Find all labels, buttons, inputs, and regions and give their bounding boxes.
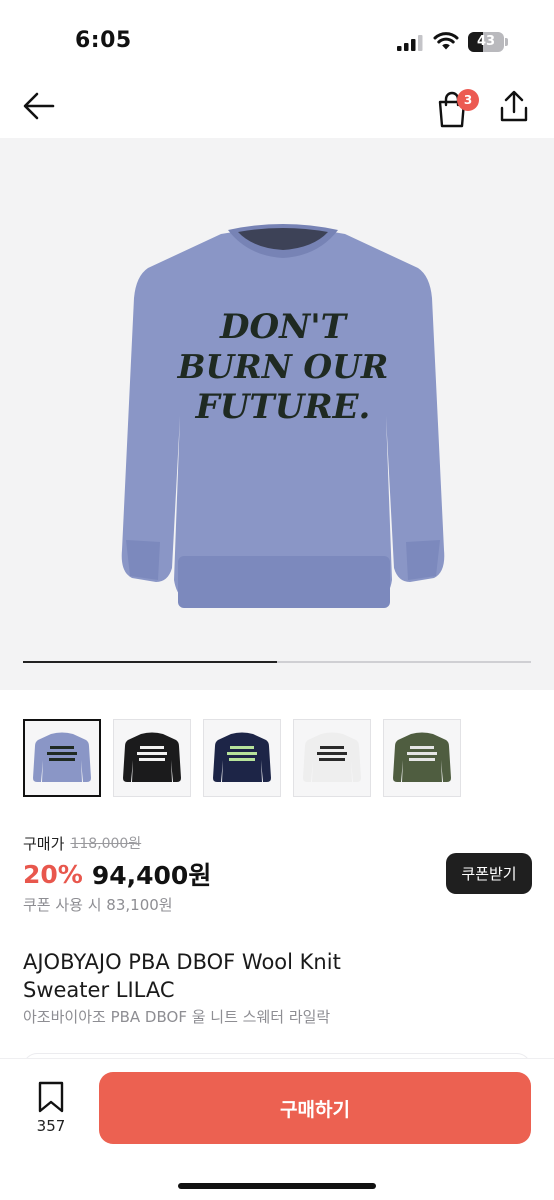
buy-button[interactable]: 구매하기 [99,1072,531,1144]
sweater-graphic-text: FUTURE. [195,387,371,427]
product-title-korean: 아조바이아조 PBA DBOF 울 니트 스웨터 라일락 [23,1008,331,1026]
home-indicator [178,1183,376,1189]
back-button[interactable] [18,86,60,126]
nav-bar: 3 [0,72,554,138]
cellular-signal-icon [397,35,423,51]
arrow-left-icon [23,92,55,120]
status-bar: 6:05 43 [0,0,554,70]
thumbnail-5[interactable] [383,719,461,797]
product-image: DON'T BURN OUR FUTURE. [121,224,445,608]
cart-button[interactable]: 3 [432,82,480,128]
product-title: AJOBYAJO PBA DBOF Wool Knit Sweater LILA… [23,948,423,1004]
thumbnail-image [393,732,451,782]
price-label: 구매가 [23,834,65,853]
thumbnail-4[interactable] [293,719,371,797]
cart-count-badge: 3 [457,89,479,111]
sale-price-row: 20% 94,400원 [23,856,211,892]
thumbnail-3[interactable] [203,719,281,797]
thumbnail-image [33,732,91,782]
price-label-row: 구매가 118,000원 [23,832,141,854]
battery-level: 43 [476,34,496,49]
get-coupon-button[interactable]: 쿠폰받기 [446,853,532,894]
sweater-graphic-text: DON'T [219,307,349,347]
product-title-line: Sweater LILAC [23,978,175,1002]
product-title-line: AJOBYAJO PBA DBOF Wool Knit [23,950,341,974]
bottom-action-bar: 357 구매하기 [0,1058,554,1200]
coupon-price: 쿠폰 사용 시 83,100원 [23,896,173,914]
thumbnail-list [23,719,531,799]
wishlist-button[interactable]: 357 [22,1081,80,1145]
wishlist-count: 357 [36,1117,66,1135]
share-icon [500,90,528,122]
sweater-graphic-text: BURN OUR [177,347,389,386]
gallery-progress-track [23,661,531,663]
original-price: 118,000원 [70,836,142,852]
status-time: 6:05 [75,28,132,53]
bookmark-icon [38,1081,64,1113]
product-image-gallery[interactable]: DON'T BURN OUR FUTURE. [0,138,554,690]
gallery-progress-fill [23,661,277,663]
share-button[interactable] [494,84,534,128]
battery-icon: 43 [468,32,508,52]
thumbnail-2[interactable] [113,719,191,797]
thumbnail-image [123,732,181,782]
thumbnail-image [303,732,361,782]
discount-rate: 20% [23,859,83,889]
sale-price: 94,400원 [91,861,212,890]
wifi-icon [433,32,459,50]
thumbnail-image [213,732,271,782]
thumbnail-1[interactable] [23,719,101,797]
